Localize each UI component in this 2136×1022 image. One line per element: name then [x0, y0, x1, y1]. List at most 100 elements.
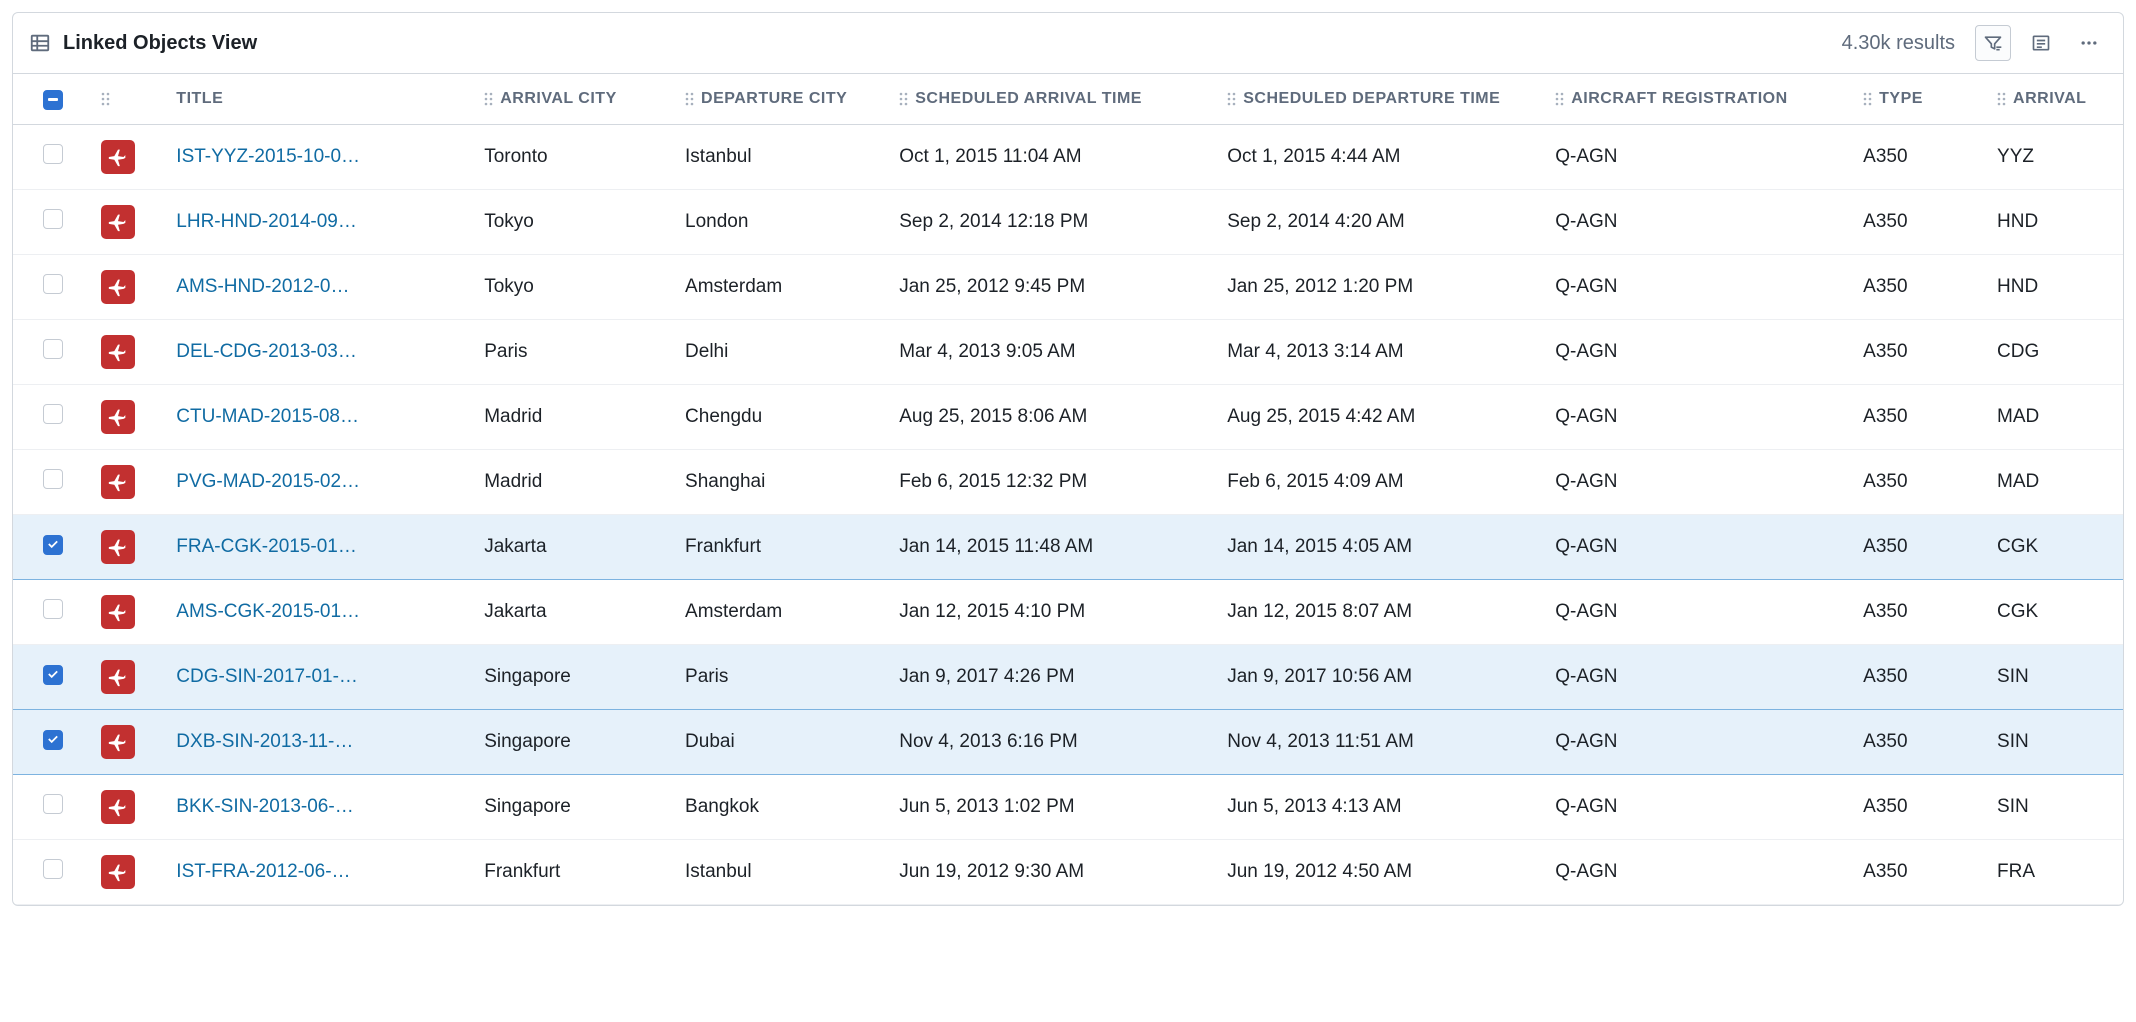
column-header-departure-city[interactable]: DEPARTURE CITY [677, 74, 891, 124]
cell-departure-city: Dubai [677, 709, 891, 774]
column-header-sched-departure[interactable]: SCHEDULED DEPARTURE TIME [1219, 74, 1547, 124]
table-row[interactable]: AMS-HND-2012-0…TokyoAmsterdamJan 25, 201… [13, 254, 2123, 319]
table-row[interactable]: DEL-CDG-2013-03…ParisDelhiMar 4, 2013 9:… [13, 319, 2123, 384]
object-link[interactable]: DEL-CDG-2013-03… [176, 341, 468, 363]
cell-arrival-code: HND [1989, 254, 2123, 319]
object-link[interactable]: BKK-SIN-2013-06-… [176, 796, 468, 818]
cell-type: A350 [1855, 644, 1989, 709]
table-row[interactable]: DXB-SIN-2013-11-…SingaporeDubaiNov 4, 20… [13, 709, 2123, 774]
table-row[interactable]: IST-YYZ-2015-10-0…TorontoIstanbulOct 1, … [13, 124, 2123, 189]
table-row[interactable]: CDG-SIN-2017-01-…SingaporeParisJan 9, 20… [13, 644, 2123, 709]
drag-handle-icon[interactable] [1863, 91, 1873, 107]
row-checkbox-cell [13, 189, 93, 254]
drag-handle-icon[interactable] [1227, 91, 1237, 107]
row-checkbox[interactable] [43, 209, 63, 229]
column-header-aircraft-reg[interactable]: AIRCRAFT REGISTRATION [1547, 74, 1855, 124]
cell-sched-departure: Sep 2, 2014 4:20 AM [1219, 189, 1547, 254]
cell-sched-arrival: Mar 4, 2013 9:05 AM [891, 319, 1219, 384]
column-header-arrival-city[interactable]: ARRIVAL CITY [476, 74, 677, 124]
cell-title: BKK-SIN-2013-06-… [168, 774, 476, 839]
cell-type: A350 [1855, 124, 1989, 189]
drag-handle-icon[interactable] [685, 91, 695, 107]
row-icon-cell [93, 319, 168, 384]
row-icon-cell [93, 124, 168, 189]
row-checkbox[interactable] [43, 274, 63, 294]
object-link[interactable]: CTU-MAD-2015-08… [176, 406, 468, 428]
cell-sched-departure: Aug 25, 2015 4:42 AM [1219, 384, 1547, 449]
drag-handle-icon[interactable] [484, 91, 494, 107]
column-header-arrival-code[interactable]: ARRIVAL [1989, 74, 2123, 124]
cell-departure-city: Amsterdam [677, 254, 891, 319]
cell-aircraft-reg: Q-AGN [1547, 709, 1855, 774]
object-link[interactable]: FRA-CGK-2015-01… [176, 536, 468, 558]
row-checkbox[interactable] [43, 144, 63, 164]
table-row[interactable]: LHR-HND-2014-09…TokyoLondonSep 2, 2014 1… [13, 189, 2123, 254]
table-row[interactable]: CTU-MAD-2015-08…MadridChengduAug 25, 201… [13, 384, 2123, 449]
cell-departure-city: Istanbul [677, 839, 891, 904]
table-row[interactable]: FRA-CGK-2015-01…JakartaFrankfurtJan 14, … [13, 514, 2123, 579]
object-link[interactable]: DXB-SIN-2013-11-… [176, 731, 468, 753]
details-panel-button[interactable] [2023, 25, 2059, 61]
column-header-title[interactable]: TITLE [168, 74, 476, 124]
cell-arrival-city: Paris [476, 319, 677, 384]
row-icon-cell [93, 839, 168, 904]
row-checkbox[interactable] [43, 404, 63, 424]
cell-arrival-code: MAD [1989, 384, 2123, 449]
row-checkbox[interactable] [43, 535, 63, 555]
table-row[interactable]: BKK-SIN-2013-06-…SingaporeBangkokJun 5, … [13, 774, 2123, 839]
row-checkbox[interactable] [43, 730, 63, 750]
cell-type: A350 [1855, 774, 1989, 839]
cell-type: A350 [1855, 709, 1989, 774]
column-header-icon[interactable] [93, 74, 168, 124]
drag-handle-icon[interactable] [101, 91, 111, 107]
row-checkbox[interactable] [43, 859, 63, 879]
more-menu-button[interactable] [2071, 25, 2107, 61]
cell-aircraft-reg: Q-AGN [1547, 254, 1855, 319]
cell-arrival-city: Singapore [476, 774, 677, 839]
cell-arrival-code: YYZ [1989, 124, 2123, 189]
drag-handle-icon[interactable] [899, 91, 909, 107]
row-checkbox-cell [13, 319, 93, 384]
row-checkbox[interactable] [43, 794, 63, 814]
cell-aircraft-reg: Q-AGN [1547, 384, 1855, 449]
column-header-sched-arrival[interactable]: SCHEDULED ARRIVAL TIME [891, 74, 1219, 124]
row-icon-cell [93, 644, 168, 709]
row-icon-cell [93, 514, 168, 579]
object-link[interactable]: AMS-CGK-2015-01… [176, 601, 468, 623]
cell-arrival-code: SIN [1989, 644, 2123, 709]
column-header-type[interactable]: TYPE [1855, 74, 1989, 124]
table-scroll[interactable]: TITLE ARRIVAL CITY DEPARTURE CITY SCHEDU… [13, 74, 2123, 905]
cell-departure-city: Frankfurt [677, 514, 891, 579]
objects-table: TITLE ARRIVAL CITY DEPARTURE CITY SCHEDU… [13, 74, 2123, 905]
row-checkbox[interactable] [43, 339, 63, 359]
row-checkbox-cell [13, 124, 93, 189]
object-link[interactable]: PVG-MAD-2015-02… [176, 471, 468, 493]
table-row[interactable]: AMS-CGK-2015-01…JakartaAmsterdamJan 12, … [13, 579, 2123, 644]
cell-arrival-city: Toronto [476, 124, 677, 189]
object-link[interactable]: AMS-HND-2012-0… [176, 276, 468, 298]
object-link[interactable]: IST-YYZ-2015-10-0… [176, 146, 468, 168]
drag-handle-icon[interactable] [1997, 91, 2007, 107]
row-checkbox-cell [13, 709, 93, 774]
filter-button[interactable] [1975, 25, 2011, 61]
table-row[interactable]: PVG-MAD-2015-02…MadridShanghaiFeb 6, 201… [13, 449, 2123, 514]
flight-icon [101, 270, 135, 304]
row-checkbox[interactable] [43, 599, 63, 619]
flight-icon [101, 335, 135, 369]
cell-departure-city: Paris [677, 644, 891, 709]
row-checkbox[interactable] [43, 665, 63, 685]
row-checkbox[interactable] [43, 469, 63, 489]
drag-handle-icon[interactable] [1555, 91, 1565, 107]
row-checkbox-cell [13, 449, 93, 514]
object-link[interactable]: LHR-HND-2014-09… [176, 211, 468, 233]
table-row[interactable]: IST-FRA-2012-06-…FrankfurtIstanbulJun 19… [13, 839, 2123, 904]
object-link[interactable]: CDG-SIN-2017-01-… [176, 666, 468, 688]
object-link[interactable]: IST-FRA-2012-06-… [176, 861, 468, 883]
cell-sched-departure: Nov 4, 2013 11:51 AM [1219, 709, 1547, 774]
cell-title: CTU-MAD-2015-08… [168, 384, 476, 449]
cell-sched-arrival: Oct 1, 2015 11:04 AM [891, 124, 1219, 189]
row-icon-cell [93, 449, 168, 514]
cell-aircraft-reg: Q-AGN [1547, 839, 1855, 904]
cell-title: AMS-CGK-2015-01… [168, 579, 476, 644]
select-all-checkbox[interactable] [43, 90, 63, 110]
